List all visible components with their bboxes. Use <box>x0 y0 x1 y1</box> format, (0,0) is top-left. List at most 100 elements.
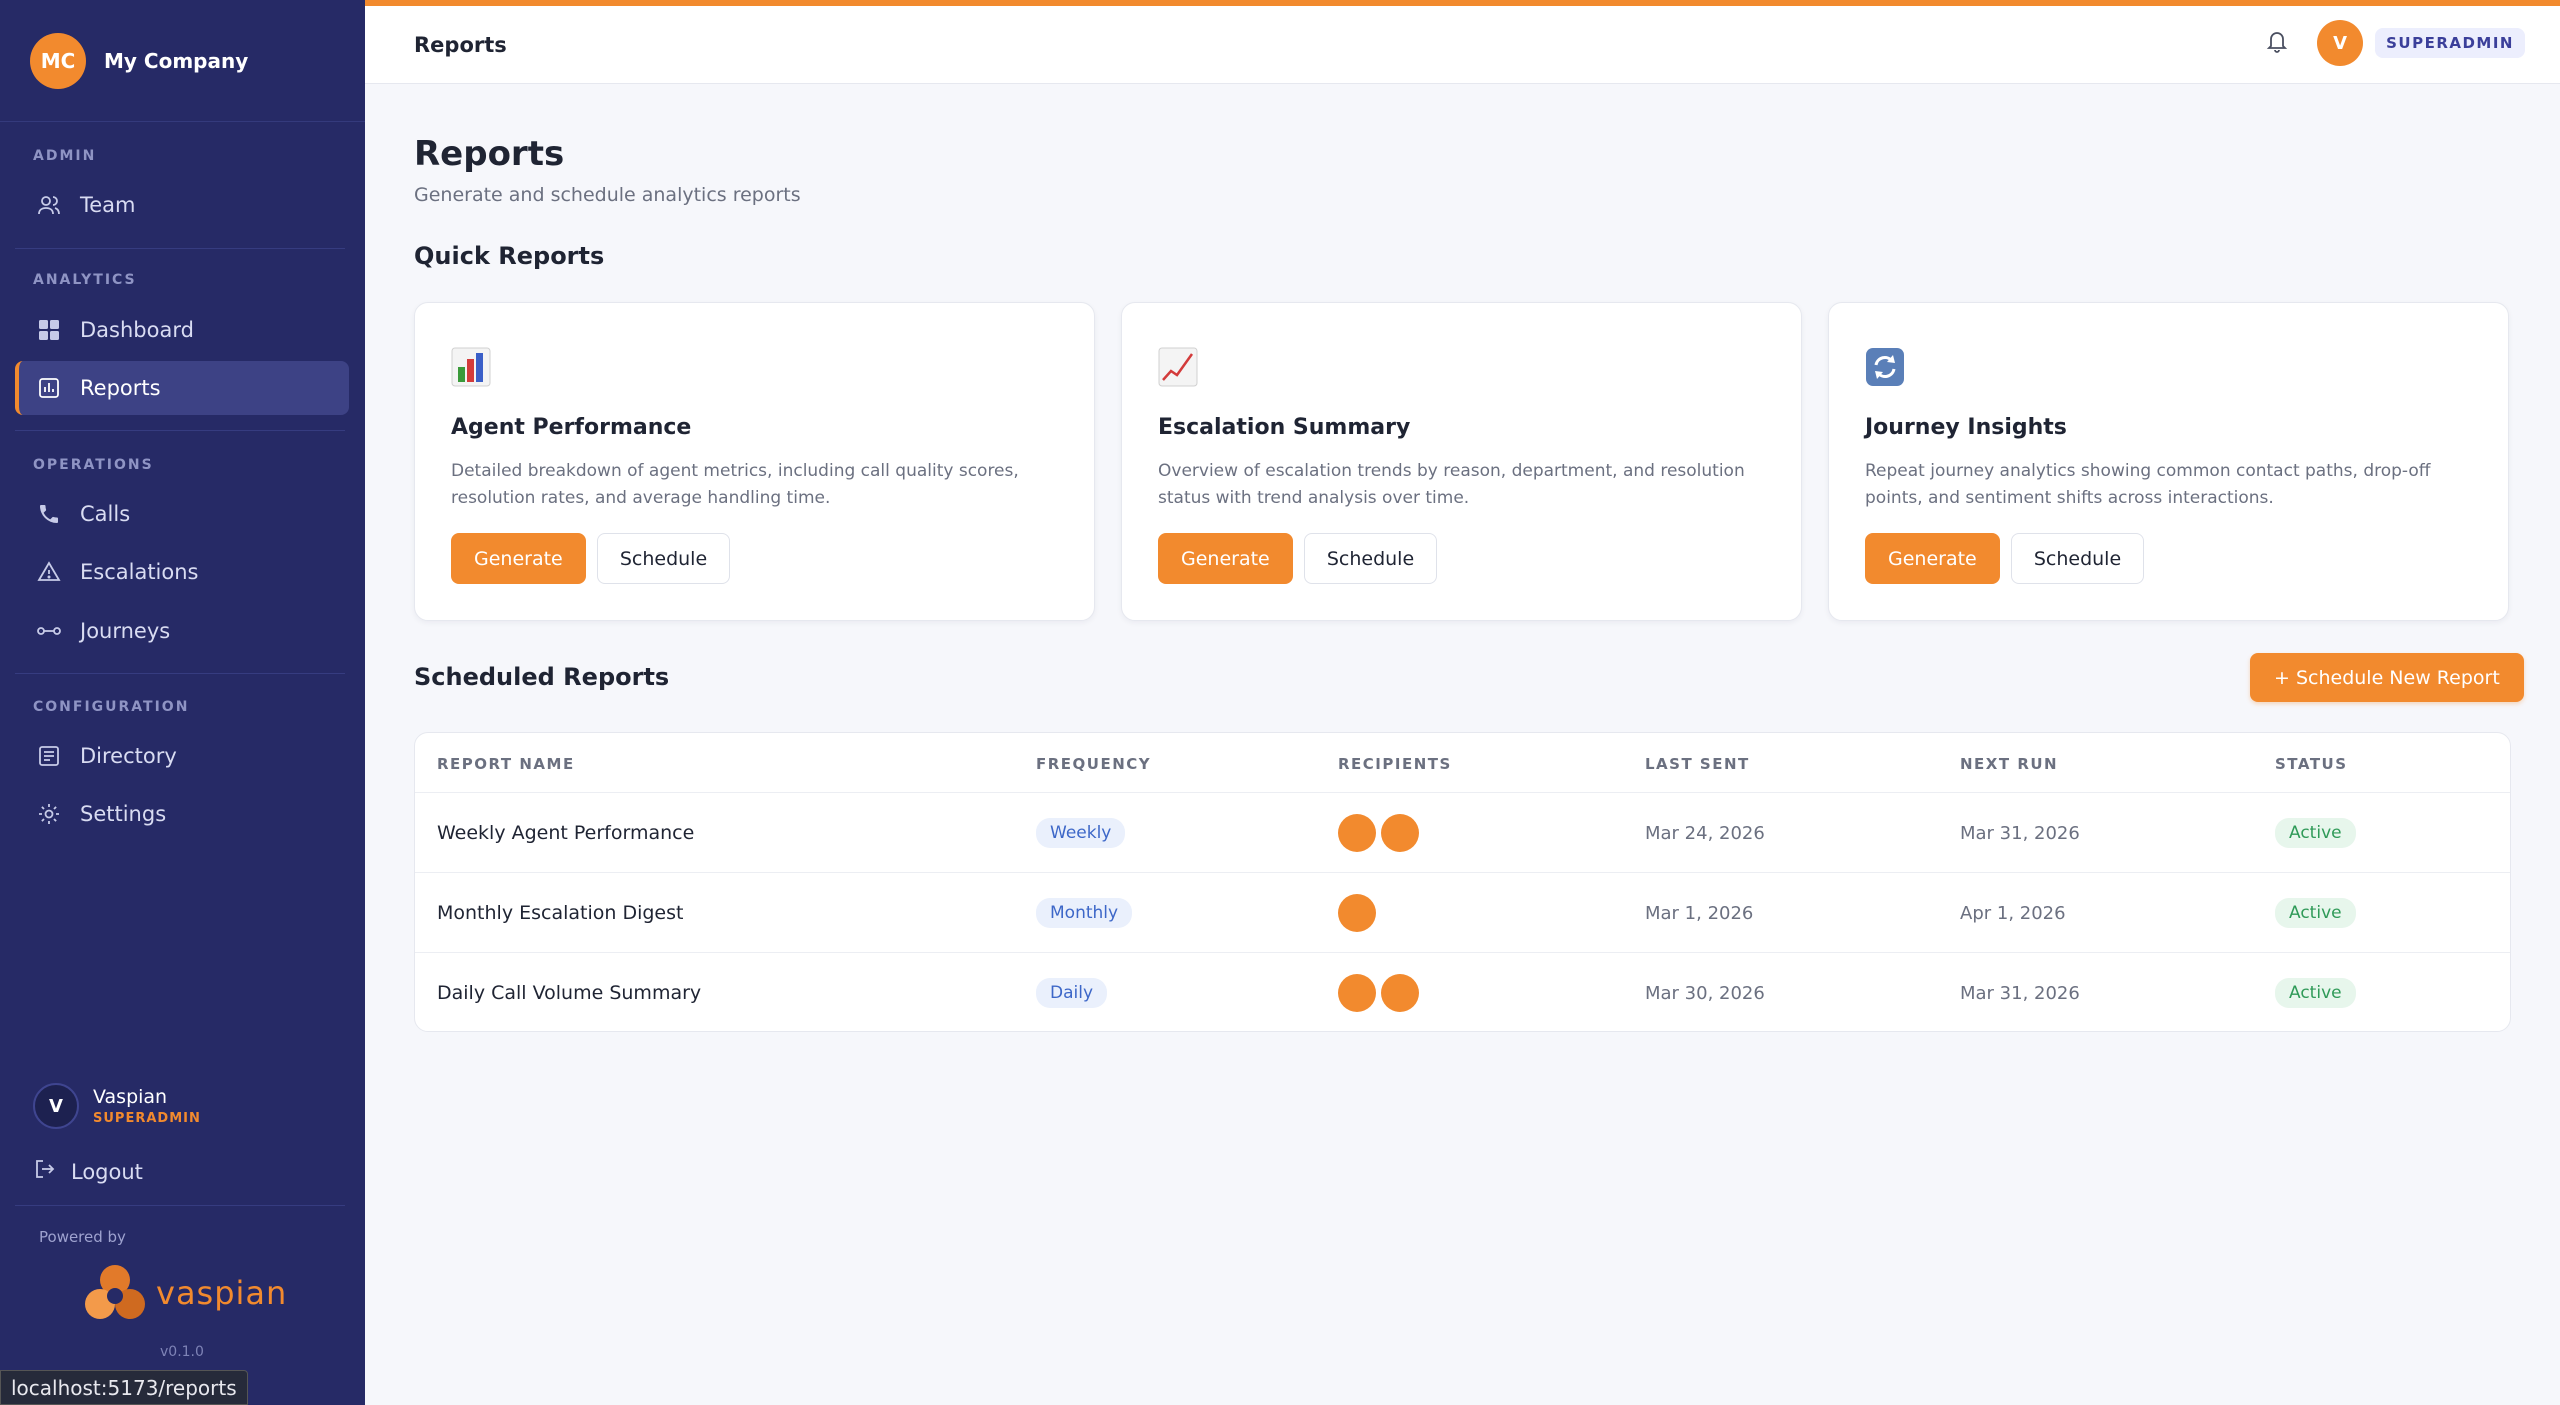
user-role: SUPERADMIN <box>93 1111 201 1126</box>
logout-button[interactable]: Logout <box>33 1157 143 1186</box>
sidebar-user-profile[interactable]: V Vaspian SUPERADMIN <box>33 1083 201 1129</box>
scheduled-reports-heading: Scheduled Reports <box>414 663 670 691</box>
recipients-list <box>1338 793 1424 873</box>
users-icon <box>35 191 63 219</box>
card-title: Journey Insights <box>1865 415 2067 440</box>
logout-label: Logout <box>71 1159 143 1184</box>
brand-word: vaspian <box>156 1274 288 1312</box>
scheduled-reports-table: REPORT NAME FREQUENCY RECIPIENTS LAST SE… <box>414 732 2511 1032</box>
sidebar-item-label: Team <box>80 193 136 217</box>
schedule-button[interactable]: Schedule <box>2011 533 2144 584</box>
vaspian-logo: vaspian <box>80 1260 287 1326</box>
sidebar-item-label: Escalations <box>80 560 199 584</box>
vaspian-mark-icon <box>85 1265 145 1319</box>
sidebar-item-escalations[interactable]: Escalations <box>15 545 349 599</box>
company-brand[interactable]: MC My Company <box>0 0 365 122</box>
grid-icon <box>35 316 63 344</box>
avatar: V <box>33 1083 79 1129</box>
schedule-button[interactable]: Schedule <box>1304 533 1437 584</box>
column-header[interactable]: RECIPIENTS <box>1338 755 1452 773</box>
breadcrumb: Reports <box>414 32 507 57</box>
section-label-admin: ADMIN <box>33 148 97 164</box>
quick-reports-heading: Quick Reports <box>414 242 605 270</box>
app-version: v0.1.0 <box>160 1344 204 1360</box>
sidebar-item-label: Reports <box>80 376 161 400</box>
report-card-agent-performance: Agent Performance Detailed breakdown of … <box>414 302 1095 621</box>
next-run-date: Mar 31, 2026 <box>1960 822 2080 844</box>
company-avatar: MC <box>30 32 86 89</box>
report-card-journey-insights: Journey Insights Repeat journey analytic… <box>1828 302 2509 621</box>
recipient-avatar <box>1338 974 1376 1012</box>
sidebar-item-journeys[interactable]: Journeys <box>15 604 349 658</box>
browser-status-url: localhost:5173/reports <box>0 1370 248 1405</box>
last-sent-date: Mar 30, 2026 <box>1645 982 1765 1004</box>
sidebar-divider <box>15 1205 345 1206</box>
schedule-button[interactable]: Schedule <box>597 533 730 584</box>
card-description: Detailed breakdown of agent metrics, inc… <box>451 461 1019 508</box>
status-badge: Active <box>2275 978 2356 1008</box>
section-label-configuration: CONFIGURATION <box>33 699 190 715</box>
page-title: Reports <box>414 134 565 174</box>
frequency-badge: Weekly <box>1036 818 1126 848</box>
card-title: Escalation Summary <box>1158 415 1411 440</box>
recipients-list <box>1338 953 1424 1031</box>
sidebar-divider <box>15 673 345 674</box>
report-name[interactable]: Weekly Agent Performance <box>437 793 694 873</box>
last-sent-date: Mar 1, 2026 <box>1645 902 1754 924</box>
avatar[interactable]: V <box>2317 20 2364 66</box>
schedule-new-report-button[interactable]: + Schedule New Report <box>2250 653 2524 702</box>
phone-icon <box>35 500 63 528</box>
table-header: REPORT NAME FREQUENCY RECIPIENTS LAST SE… <box>415 733 2510 793</box>
sidebar-item-directory[interactable]: Directory <box>15 729 349 783</box>
role-badge: SUPERADMIN <box>2375 28 2525 58</box>
top-bar: Reports V SUPERADMIN <box>365 0 2560 84</box>
company-name: My Company <box>104 48 249 73</box>
refresh-cycle-icon <box>1865 347 1905 387</box>
sidebar-item-settings[interactable]: Settings <box>15 787 349 841</box>
sidebar-item-dashboard[interactable]: Dashboard <box>15 303 349 357</box>
report-name[interactable]: Daily Call Volume Summary <box>437 953 701 1031</box>
column-header[interactable]: REPORT NAME <box>437 755 575 773</box>
column-header[interactable]: FREQUENCY <box>1036 755 1151 773</box>
report-chart-icon <box>35 374 63 402</box>
section-label-analytics: ANALYTICS <box>33 272 137 288</box>
sidebar-divider <box>15 430 345 431</box>
sidebar: MC My Company ADMIN Team ANALYTICS Dashb… <box>0 0 365 1405</box>
report-card-escalation-summary: Escalation Summary Overview of escalatio… <box>1121 302 1802 621</box>
document-list-icon <box>35 742 63 770</box>
journey-path-icon <box>35 617 63 645</box>
gear-icon <box>35 800 63 828</box>
sidebar-divider <box>15 248 345 249</box>
status-badge: Active <box>2275 898 2356 928</box>
warning-triangle-icon <box>35 558 63 586</box>
report-name[interactable]: Monthly Escalation Digest <box>437 873 683 953</box>
column-header[interactable]: LAST SENT <box>1645 755 1750 773</box>
recipients-list <box>1338 873 1381 953</box>
bell-icon[interactable] <box>2265 28 2289 58</box>
column-header[interactable]: NEXT RUN <box>1960 755 2058 773</box>
column-header[interactable]: STATUS <box>2275 755 2348 773</box>
card-title: Agent Performance <box>451 415 692 440</box>
last-sent-date: Mar 24, 2026 <box>1645 822 1765 844</box>
generate-button[interactable]: Generate <box>1158 533 1293 584</box>
table-row[interactable]: Monthly Escalation Digest Monthly Mar 1, 2… <box>415 873 2510 953</box>
next-run-date: Apr 1, 2026 <box>1960 902 2066 924</box>
user-name: Vaspian <box>93 1086 168 1108</box>
sidebar-item-team[interactable]: Team <box>15 178 349 232</box>
generate-button[interactable]: Generate <box>1865 533 2000 584</box>
logout-icon <box>33 1157 57 1186</box>
trend-line-icon <box>1158 347 1198 387</box>
powered-by-label: Powered by <box>39 1228 126 1246</box>
recipient-avatar <box>1381 974 1419 1012</box>
table-row[interactable]: Weekly Agent Performance Weekly Mar 24, 20… <box>415 793 2510 873</box>
table-row[interactable]: Daily Call Volume Summary Daily Mar 30, 20… <box>415 953 2510 1031</box>
status-badge: Active <box>2275 818 2356 848</box>
recipient-avatar <box>1381 814 1419 852</box>
sidebar-item-reports[interactable]: Reports <box>15 361 349 415</box>
next-run-date: Mar 31, 2026 <box>1960 982 2080 1004</box>
sidebar-item-label: Settings <box>80 802 167 826</box>
generate-button[interactable]: Generate <box>451 533 586 584</box>
sidebar-item-calls[interactable]: Calls <box>15 487 349 541</box>
bar-chart-icon <box>451 347 491 387</box>
card-description: Repeat journey analytics showing common … <box>1865 461 2431 508</box>
